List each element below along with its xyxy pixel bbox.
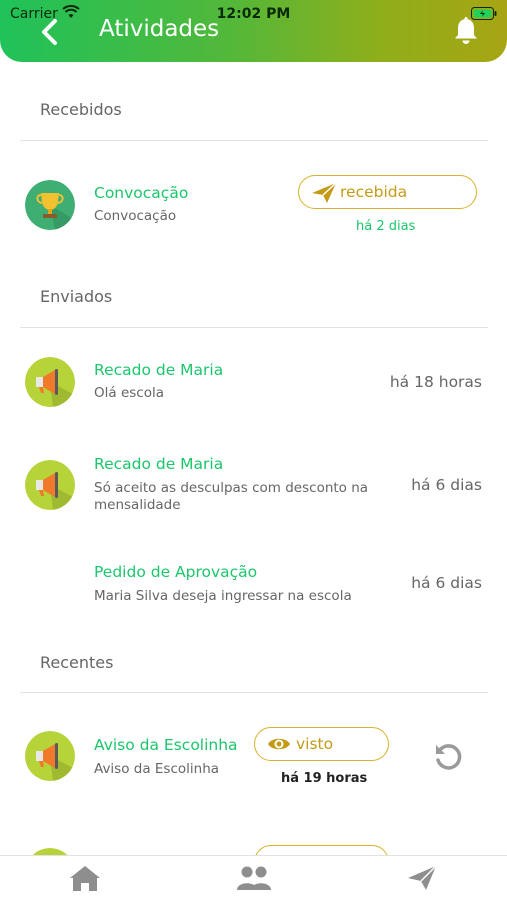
paper-plane-icon <box>311 182 337 208</box>
item-title: Aviso da Escolinha <box>94 736 238 754</box>
status-badge-label: visto <box>296 735 334 753</box>
item-time: há 2 dias <box>356 219 416 234</box>
item-title: Recado de Maria <box>94 455 224 473</box>
paper-plane-icon <box>408 865 437 890</box>
item-subtitle: Convocação <box>94 208 177 224</box>
status-badge-visto[interactable]: visto <box>254 727 389 761</box>
item-subtitle: Olá escola <box>94 385 164 401</box>
refresh-button[interactable] <box>432 741 464 773</box>
status-bar: Carrier 12:02 PM <box>0 4 507 24</box>
chevron-left-icon <box>42 19 57 45</box>
divider <box>20 692 488 693</box>
megaphone-icon <box>25 357 75 407</box>
megaphone-icon <box>25 460 75 510</box>
section-title-enviados: Enviados <box>40 287 113 306</box>
status-time: 12:02 PM <box>216 6 291 22</box>
home-icon <box>70 866 100 891</box>
users-icon <box>237 866 271 890</box>
item-subtitle: Só aceito as desculpas com desconto na m… <box>94 480 369 513</box>
back-button[interactable] <box>36 18 62 46</box>
tab-bar <box>0 855 507 900</box>
item-time: há 18 horas <box>389 373 482 391</box>
item-time: há 19 horas <box>281 771 368 786</box>
section-title-recentes: Recentes <box>40 653 114 672</box>
divider <box>20 140 488 141</box>
item-title: Convocação <box>94 184 189 202</box>
item-time: há 6 dias <box>411 476 482 494</box>
status-badge-label: recebida <box>340 183 408 201</box>
notifications-button[interactable] <box>451 16 481 46</box>
tab-home[interactable] <box>68 864 102 896</box>
section-title-recebidos: Recebidos <box>40 100 122 119</box>
divider <box>20 327 488 328</box>
bell-icon <box>455 17 477 44</box>
trophy-icon <box>25 180 75 230</box>
eye-icon <box>267 736 291 756</box>
app-header: Carrier 12:02 PM Atividades <box>0 0 507 62</box>
page-title: Atividades <box>99 16 220 42</box>
tab-sent[interactable] <box>406 864 438 896</box>
item-time: há 6 dias <box>411 574 482 592</box>
tab-users[interactable] <box>235 864 273 896</box>
item-title: Recado de Maria <box>94 361 224 379</box>
megaphone-icon <box>25 731 75 781</box>
status-badge-recebida[interactable]: recebida <box>298 175 477 209</box>
refresh-icon <box>436 744 462 770</box>
item-subtitle: Maria Silva deseja ingressar na escola <box>94 588 352 604</box>
item-title: Pedido de Aprovação <box>94 563 258 581</box>
item-subtitle: Aviso da Escolinha <box>94 761 220 777</box>
